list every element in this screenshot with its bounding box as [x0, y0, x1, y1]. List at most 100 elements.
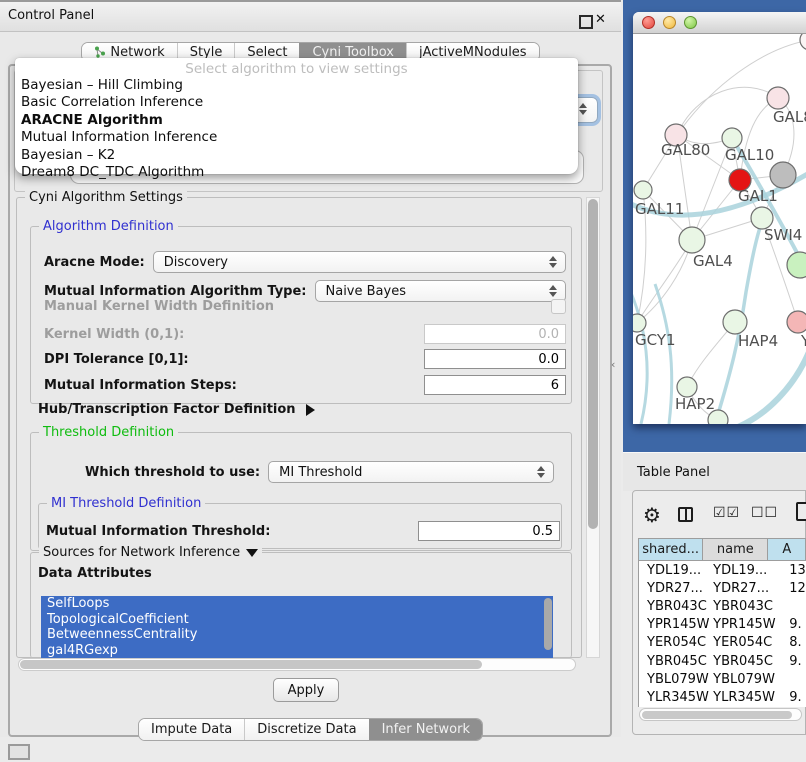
cell: YBL079W	[709, 672, 780, 687]
cell: 9.	[780, 654, 806, 669]
deselect-all-icon[interactable]: ☐☐	[751, 505, 778, 521]
table-row[interactable]: YER054CYER054C8.	[639, 634, 806, 652]
node-Y-unlabeled[interactable]	[787, 311, 806, 333]
settings-hscrollbar-thumb[interactable]	[20, 660, 482, 669]
expanded-arrow-icon	[246, 549, 258, 557]
algorithm-option[interactable]: Basic Correlation Inference	[15, 94, 578, 111]
select-all-icon[interactable]: ☑☑	[713, 505, 740, 521]
minimize-traffic-light[interactable]	[663, 16, 676, 29]
mi-algorithm-type-value: Naive Bayes	[316, 284, 546, 299]
table-hscrollbar-thumb[interactable]	[642, 711, 792, 719]
column-header-name[interactable]: name	[703, 539, 768, 560]
mi-threshold-field[interactable]: 0.5	[418, 521, 560, 541]
manual-kernel-width-checkbox[interactable]	[551, 299, 566, 314]
algorithm-definition-title: Algorithm Definition	[39, 219, 178, 234]
cell: 9.	[780, 617, 806, 632]
column-header-partial[interactable]: A	[768, 539, 806, 560]
cell: YBR043C	[639, 599, 709, 614]
splitter-collapse-arrow[interactable]: ‹	[611, 358, 615, 371]
table-row[interactable]: YLR345WYLR345W9.	[639, 688, 806, 706]
table-row[interactable]: YBL079WYBL079W	[639, 670, 806, 688]
network-icon	[94, 46, 106, 58]
table-panel-title: Table Panel	[637, 465, 710, 480]
dpi-tolerance-field[interactable]: 0.0	[424, 349, 566, 369]
attribute-item-selected[interactable]: TopologicalCoefficient	[41, 612, 553, 628]
node-green-bright-unlabeled[interactable]	[787, 252, 806, 278]
cell: 13	[780, 563, 806, 578]
close-icon[interactable]: ✕	[595, 12, 606, 27]
which-threshold-label: Which threshold to use:	[85, 465, 260, 480]
control-panel-title: Control Panel	[8, 8, 94, 23]
column-header-shared-name[interactable]: shared...	[639, 539, 703, 560]
collapsed-arrow-icon[interactable]	[306, 404, 315, 416]
cell: YDR27...	[709, 581, 780, 596]
algorithm-option-selected[interactable]: ARACNE Algorithm	[15, 112, 578, 129]
data-attributes-list[interactable]: SelfLoops TopologicalCoefficient Between…	[41, 596, 553, 658]
cell: 8.	[780, 635, 806, 650]
table-panel: ⚙ ☑☑ ☐☐ shared... name A YDL19...YDL19..…	[632, 490, 806, 735]
table-row[interactable]: YBR043CYBR043C	[639, 597, 806, 615]
node-unlabeled-top[interactable]	[800, 34, 806, 50]
zoom-traffic-light[interactable]	[684, 16, 697, 29]
aracne-mode-combo[interactable]: Discovery	[153, 251, 566, 273]
node-GAL8[interactable]	[767, 87, 789, 109]
node-GAL11[interactable]	[634, 181, 652, 199]
cell: 12	[780, 581, 806, 596]
algorithm-option[interactable]: Bayesian – K2	[15, 147, 578, 164]
cell: YBL079W	[639, 672, 709, 687]
attribute-item-selected[interactable]: SelfLoops	[41, 596, 553, 612]
network-canvas[interactable]: GAL8 GAL80 GAL10 GAL1 GAL11 SWI4 GAL4 GC…	[633, 34, 806, 424]
mi-steps-label: Mutual Information Steps:	[44, 378, 237, 393]
node-label: GAL10	[725, 146, 774, 164]
hub-definition-section[interactable]: Hub/Transcription Factor Definition	[38, 402, 315, 417]
mi-algorithm-type-label: Mutual Information Algorithm Type:	[44, 284, 307, 299]
cell: YDR27...	[639, 581, 709, 596]
table-row[interactable]: YBR045CYBR045C9.	[639, 652, 806, 670]
node-GAL4[interactable]	[679, 227, 705, 253]
kernel-width-field[interactable]: 0.0	[424, 324, 566, 344]
algorithm-option[interactable]: Bayesian – Hill Climbing	[15, 77, 578, 94]
network-window-titlebar[interactable]	[633, 12, 806, 34]
settings-gear-icon[interactable]: ⚙	[643, 503, 661, 527]
node-label: SWI4	[764, 226, 802, 244]
apply-button[interactable]: Apply	[273, 678, 339, 702]
node-label: GAL4	[693, 252, 733, 270]
settings-scrollbar-thumb[interactable]	[588, 199, 598, 529]
column-browser-icon[interactable]	[678, 507, 693, 522]
cell: 9.	[780, 690, 806, 705]
table-hscrollbar[interactable]	[639, 708, 802, 721]
node-label: GCY1	[635, 331, 676, 349]
mi-threshold-label: Mutual Information Threshold:	[46, 524, 270, 539]
algorithm-option[interactable]: Mutual Information Inference	[15, 129, 578, 146]
mi-steps-field[interactable]: 6	[424, 375, 566, 395]
node-gray-unlabeled[interactable]	[770, 162, 796, 188]
attribute-item-selected[interactable]: BetweennessCentrality	[41, 627, 553, 643]
node-HAP2[interactable]	[677, 377, 697, 397]
node-label: Y	[800, 332, 806, 350]
network-window[interactable]: GAL8 GAL80 GAL10 GAL1 GAL11 SWI4 GAL4 GC…	[633, 12, 806, 424]
table-row[interactable]: YDL19...YDL19...13	[639, 561, 806, 579]
algorithm-option[interactable]: Dream8 DC_TDC Algorithm	[15, 164, 578, 181]
cyni-algorithm-settings-title: Cyni Algorithm Settings	[25, 190, 187, 205]
attribute-list-scrollbar[interactable]	[544, 598, 552, 650]
tab-impute-data[interactable]: Impute Data	[139, 719, 244, 740]
cell: YDL19...	[639, 563, 709, 578]
table-row[interactable]: YDR27...YDR27...12	[639, 579, 806, 597]
float-window-icon[interactable]	[579, 15, 593, 29]
tab-discretize-data[interactable]: Discretize Data	[244, 719, 368, 740]
document-icon[interactable]	[796, 502, 806, 521]
tab-impute-data-label: Impute Data	[151, 722, 232, 737]
which-threshold-value: MI Threshold	[269, 465, 533, 480]
close-traffic-light[interactable]	[642, 16, 655, 29]
node-GCY1[interactable]	[633, 314, 646, 332]
node-GAL10[interactable]	[722, 128, 742, 148]
which-threshold-combo[interactable]: MI Threshold	[268, 461, 554, 483]
tab-infer-network-label: Infer Network	[382, 722, 470, 737]
minimized-panel-icon[interactable]	[8, 744, 30, 760]
attribute-item-selected[interactable]: gal4RGexp	[41, 643, 553, 659]
sources-title[interactable]: Sources for Network Inference	[39, 545, 262, 560]
table-row[interactable]: YPR145WYPR145W9.	[639, 616, 806, 634]
node-HAP4[interactable]	[723, 310, 747, 334]
tab-infer-network[interactable]: Infer Network	[369, 719, 482, 740]
table-row[interactable]: YIL052CYIL052C9.	[639, 707, 806, 708]
